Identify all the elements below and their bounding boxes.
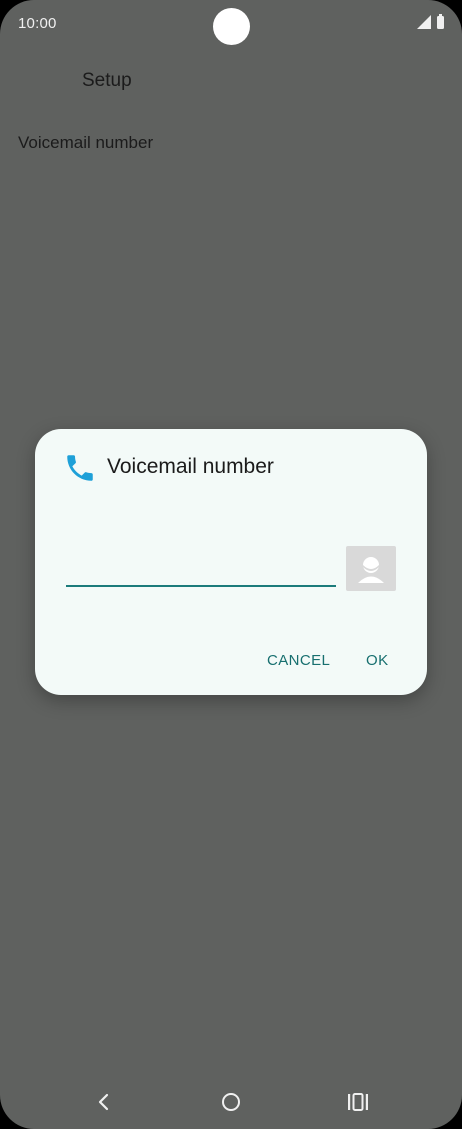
contact-picker-button[interactable]: [346, 546, 396, 591]
ok-button[interactable]: OK: [366, 652, 388, 669]
page-title: Setup: [82, 70, 132, 91]
status-time: 10:00: [18, 15, 57, 32]
home-icon[interactable]: [220, 1091, 242, 1113]
front-camera-cutout: [213, 8, 250, 45]
navigation-bar: [0, 1080, 462, 1125]
back-icon[interactable]: [94, 1090, 114, 1114]
phone-screen: 10:00 Setup Voicemail number Voicemail n…: [0, 0, 462, 1129]
system-icons: [417, 14, 444, 29]
recents-icon[interactable]: [347, 1092, 369, 1112]
voicemail-number-input[interactable]: [66, 557, 336, 587]
voicemail-number-dialog: Voicemail number CANCEL OK: [35, 429, 427, 695]
phone-icon: [67, 455, 93, 481]
battery-icon: [437, 14, 444, 29]
signal-icon: [417, 15, 431, 29]
voicemail-number-setting[interactable]: Voicemail number: [18, 133, 153, 153]
status-bar: 10:00: [0, 0, 462, 48]
contact-icon: [358, 557, 384, 583]
cancel-button[interactable]: CANCEL: [267, 652, 330, 669]
dialog-title: Voicemail number: [107, 455, 274, 478]
